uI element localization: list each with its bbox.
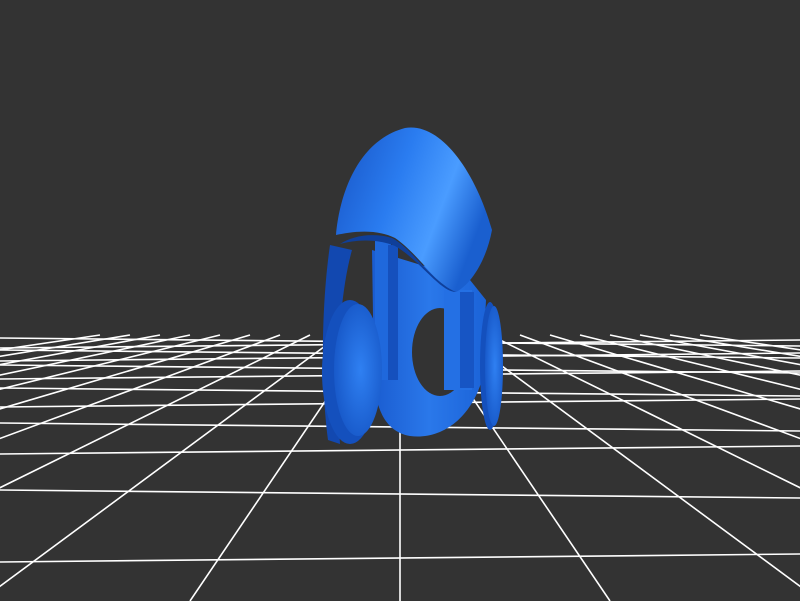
grid-line-depth xyxy=(609,334,800,376)
grid-line-depth xyxy=(639,334,800,366)
model-left-strut-side xyxy=(388,245,398,380)
grid-line-depth xyxy=(669,334,800,358)
3d-model[interactable] xyxy=(322,127,503,444)
model-right-strut-side xyxy=(460,292,474,388)
grid-line-depth xyxy=(489,334,800,489)
grid-line-depth xyxy=(519,334,800,440)
model-right-wheel xyxy=(485,306,503,426)
3d-viewport[interactable] xyxy=(0,0,800,601)
model-left-wheel xyxy=(334,304,382,436)
3d-scene[interactable] xyxy=(0,0,800,601)
grid-line-depth xyxy=(699,334,800,351)
grid-line-depth xyxy=(549,334,800,410)
